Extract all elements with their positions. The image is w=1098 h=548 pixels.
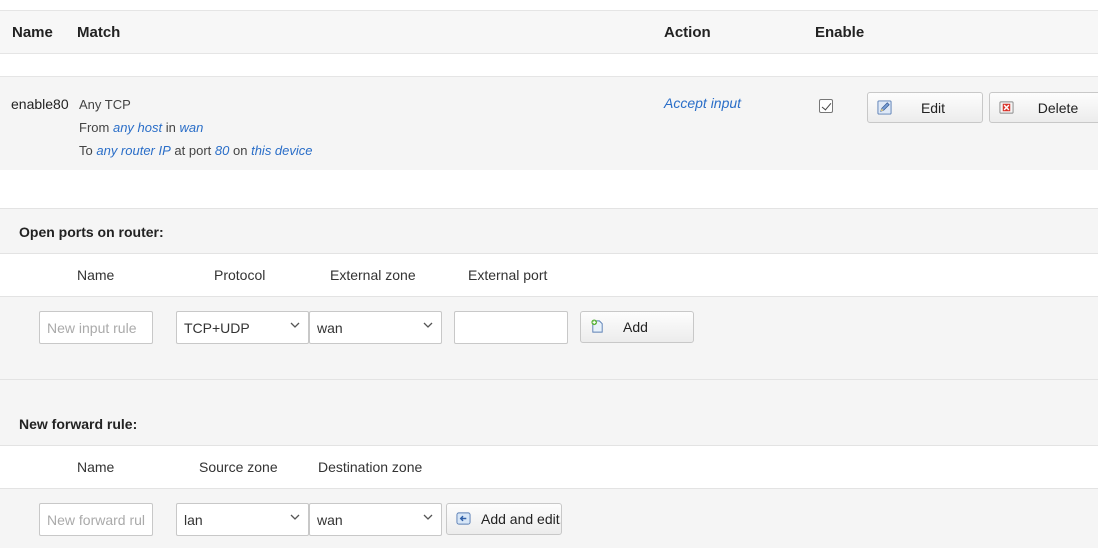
from-host-link[interactable]: any host <box>113 120 162 135</box>
forward-name-input[interactable] <box>39 503 153 536</box>
forward-section-title: New forward rule: <box>0 379 1098 445</box>
to-ip-link[interactable]: any router IP <box>96 143 170 158</box>
open-ports-col-zone: External zone <box>330 267 416 283</box>
open-ports-col-port: External port <box>468 267 548 283</box>
column-header-action: Action <box>664 24 711 41</box>
edit-button-label: Edit <box>920 100 946 116</box>
open-ports-column-headers: Name Protocol External zone External por… <box>0 253 1098 297</box>
open-ports-col-protocol: Protocol <box>214 267 266 283</box>
to-device-link[interactable]: this device <box>251 143 312 158</box>
rule-from-line: From any host in wan <box>79 120 204 135</box>
delete-button[interactable]: Delete <box>989 92 1098 123</box>
forward-col-name: Name <box>77 459 115 475</box>
protocol-select[interactable]: TCP+UDP <box>176 311 309 344</box>
chevron-down-icon <box>290 322 300 328</box>
external-port-input[interactable] <box>454 311 568 344</box>
rules-table-header: Name Match Action Enable <box>0 10 1098 54</box>
rule-to-line: To any router IP at port 80 on this devi… <box>79 143 313 158</box>
forward-col-source: Source zone <box>199 459 278 475</box>
delete-button-label: Delete <box>1037 100 1079 116</box>
rule-action-link[interactable]: Accept input <box>664 95 741 111</box>
protocol-select-value: TCP+UDP <box>184 320 250 336</box>
forward-column-headers: Name Source zone Destination zone <box>0 445 1098 489</box>
external-zone-select-value: wan <box>317 320 343 336</box>
destination-zone-select-value: wan <box>317 512 343 528</box>
add-edit-icon <box>456 512 471 525</box>
open-ports-col-name: Name <box>77 267 115 283</box>
from-zone-link[interactable]: wan <box>180 120 204 135</box>
chevron-down-icon <box>423 514 433 520</box>
add-and-edit-button[interactable]: Add and edit... <box>446 503 562 535</box>
checkbox-checked-icon[interactable] <box>819 99 833 113</box>
source-zone-select-value: lan <box>184 512 203 528</box>
section-spacer <box>0 357 1098 379</box>
rule-protocol: Any TCP <box>79 97 131 112</box>
open-ports-section-title: Open ports on router: <box>0 208 1098 254</box>
forward-input-row: lan wan Add and edit... <box>0 489 1098 548</box>
chevron-down-icon <box>423 322 433 328</box>
column-header-name: Name <box>12 24 53 41</box>
edit-button[interactable]: Edit <box>867 92 983 123</box>
add-open-port-label: Add <box>623 319 648 335</box>
forward-col-dest: Destination zone <box>318 459 423 475</box>
chevron-down-icon <box>290 514 300 520</box>
external-zone-select[interactable]: wan <box>309 311 442 344</box>
add-and-edit-label: Add and edit... <box>481 511 561 527</box>
column-header-match: Match <box>77 24 121 41</box>
open-port-name-input[interactable] <box>39 311 153 344</box>
add-open-port-button[interactable]: Add <box>580 311 694 343</box>
table-row: enable80 Any TCP From any host in wan To… <box>0 76 1098 170</box>
to-port-link[interactable]: 80 <box>215 143 229 158</box>
destination-zone-select[interactable]: wan <box>309 503 442 536</box>
delete-icon <box>999 101 1014 114</box>
open-ports-input-row: TCP+UDP wan Add <box>0 297 1098 357</box>
source-zone-select[interactable]: lan <box>176 503 309 536</box>
column-header-enable: Enable <box>815 24 865 41</box>
rule-name: enable80 <box>11 96 69 112</box>
